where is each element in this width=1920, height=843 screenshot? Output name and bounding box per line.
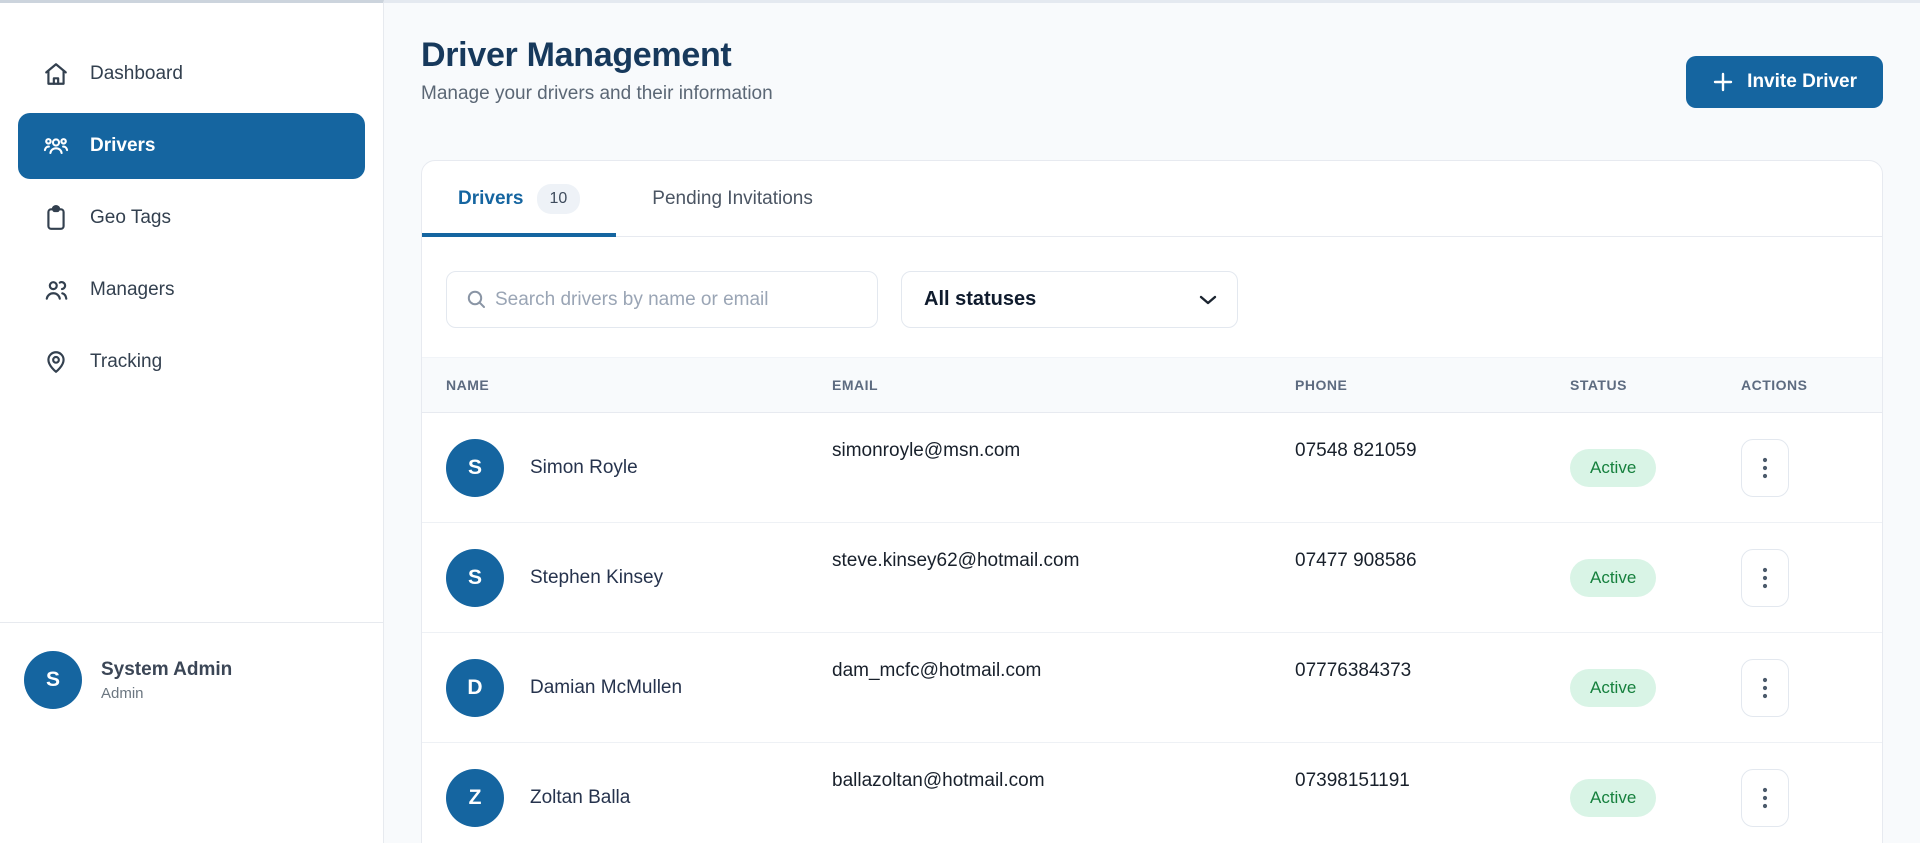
sidebar-item-managers[interactable]: Managers <box>18 257 365 323</box>
table-row: Z Zoltan Balla ballazoltan@hotmail.com 0… <box>422 743 1882 843</box>
sidebar-item-dashboard[interactable]: Dashboard <box>18 41 365 107</box>
driver-name-cell: S Simon Royle <box>446 438 832 497</box>
driver-phone: 07548 821059 <box>1295 440 1417 461</box>
sidebar-item-geo-tags[interactable]: Geo Tags <box>18 185 365 251</box>
driver-avatar: S <box>446 438 504 497</box>
search-box <box>446 271 878 328</box>
driver-actions-cell <box>1741 768 1858 827</box>
row-actions-button[interactable] <box>1741 548 1789 607</box>
location-pin-icon <box>42 348 70 376</box>
tab-drivers[interactable]: Drivers 10 <box>422 161 617 237</box>
tab-bar: Drivers 10 Pending Invitations <box>422 161 1882 237</box>
tab-drivers-label: Drivers <box>458 187 524 209</box>
driver-email: simonroyle@msn.com <box>832 440 1021 461</box>
app-root: Dashboard Drivers Geo Tags Managers Trac… <box>0 0 1920 843</box>
driver-avatar: S <box>446 548 504 607</box>
page-subtitle: Manage your drivers and their informatio… <box>421 83 773 104</box>
driver-email: steve.kinsey62@hotmail.com <box>832 550 1080 571</box>
driver-status-cell: Active <box>1570 668 1741 707</box>
drivers-group-icon <box>42 132 70 160</box>
column-header-actions: ACTIONS <box>1741 377 1808 393</box>
driver-name: Simon Royle <box>530 456 638 478</box>
user-info: System Admin Admin <box>101 659 232 702</box>
driver-avatar: Z <box>446 768 504 827</box>
drivers-card: Drivers 10 Pending Invitations All statu… <box>421 160 1883 843</box>
status-badge: Active <box>1570 668 1657 707</box>
page-header-text: Driver Management Manage your drivers an… <box>421 36 773 108</box>
column-header-status: STATUS <box>1570 377 1627 393</box>
kebab-menu-icon <box>1762 456 1768 480</box>
status-badge: Active <box>1570 558 1657 597</box>
driver-name-cell: D Damian McMullen <box>446 658 832 717</box>
driver-actions-cell <box>1741 438 1858 497</box>
sidebar: Dashboard Drivers Geo Tags Managers Trac… <box>0 0 384 843</box>
sidebar-item-label: Geo Tags <box>90 207 171 228</box>
table-row: S Stephen Kinsey steve.kinsey62@hotmail.… <box>422 523 1882 633</box>
chevron-down-icon <box>1199 294 1217 306</box>
kebab-menu-icon <box>1762 566 1768 590</box>
sidebar-item-drivers[interactable]: Drivers <box>18 113 365 179</box>
column-header-phone: PHONE <box>1295 377 1348 393</box>
sidebar-item-label: Dashboard <box>90 63 183 84</box>
page-title: Driver Management <box>421 36 732 74</box>
tab-drivers-count-badge: 10 <box>536 183 581 214</box>
table-header: NAME EMAIL PHONE STATUS ACTIONS <box>422 357 1882 413</box>
driver-phone: 07776384373 <box>1295 660 1412 681</box>
kebab-menu-icon <box>1762 786 1768 810</box>
sidebar-item-label: Tracking <box>90 351 163 372</box>
driver-name: Damian McMullen <box>530 676 683 698</box>
column-header-email: EMAIL <box>832 377 879 393</box>
sidebar-nav: Dashboard Drivers Geo Tags Managers Trac… <box>0 3 383 395</box>
clipboard-icon <box>42 204 70 232</box>
kebab-menu-icon <box>1762 676 1768 700</box>
invite-driver-label: Invite Driver <box>1747 71 1857 92</box>
table-row: S Simon Royle simonroyle@msn.com 07548 8… <box>422 413 1882 523</box>
driver-name-cell: Z Zoltan Balla <box>446 768 832 827</box>
filters-row: All statuses <box>422 237 1882 357</box>
status-badge: Active <box>1570 778 1657 817</box>
table-body: S Simon Royle simonroyle@msn.com 07548 8… <box>422 413 1882 843</box>
driver-actions-cell <box>1741 548 1858 607</box>
search-icon <box>466 289 487 315</box>
column-header-name: NAME <box>446 377 490 393</box>
tab-pending-invitations[interactable]: Pending Invitations <box>616 161 849 236</box>
status-filter-select[interactable]: All statuses <box>901 271 1238 328</box>
driver-email: dam_mcfc@hotmail.com <box>832 660 1042 681</box>
search-input[interactable] <box>446 271 878 328</box>
row-actions-button[interactable] <box>1741 438 1789 497</box>
tab-pending-invitations-label: Pending Invitations <box>652 187 813 209</box>
driver-name: Stephen Kinsey <box>530 566 664 588</box>
user-avatar: S <box>24 651 82 709</box>
driver-status-cell: Active <box>1570 448 1741 487</box>
main-content: Driver Management Manage your drivers an… <box>384 0 1920 843</box>
managers-icon <box>42 276 70 304</box>
user-role: Admin <box>101 684 144 702</box>
driver-actions-cell <box>1741 658 1858 717</box>
status-filter-value: All statuses <box>924 288 1037 310</box>
home-icon <box>42 60 70 88</box>
driver-status-cell: Active <box>1570 778 1741 817</box>
driver-phone: 07398151191 <box>1295 770 1410 791</box>
sidebar-item-tracking[interactable]: Tracking <box>18 329 365 395</box>
plus-icon <box>1712 71 1734 93</box>
driver-avatar: D <box>446 658 504 717</box>
sidebar-item-label: Managers <box>90 279 175 300</box>
invite-driver-button[interactable]: Invite Driver <box>1686 56 1883 108</box>
driver-status-cell: Active <box>1570 558 1741 597</box>
sidebar-item-label: Drivers <box>90 135 156 156</box>
driver-phone: 07477 908586 <box>1295 550 1417 571</box>
driver-name-cell: S Stephen Kinsey <box>446 548 832 607</box>
driver-email: ballazoltan@hotmail.com <box>832 770 1045 791</box>
row-actions-button[interactable] <box>1741 768 1789 827</box>
table-row: D Damian McMullen dam_mcfc@hotmail.com 0… <box>422 633 1882 743</box>
page-header: Driver Management Manage your drivers an… <box>421 36 1883 108</box>
driver-name: Zoltan Balla <box>530 786 631 808</box>
row-actions-button[interactable] <box>1741 658 1789 717</box>
status-badge: Active <box>1570 448 1657 487</box>
sidebar-user-section: S System Admin Admin <box>0 622 383 709</box>
user-name: System Admin <box>101 658 233 680</box>
